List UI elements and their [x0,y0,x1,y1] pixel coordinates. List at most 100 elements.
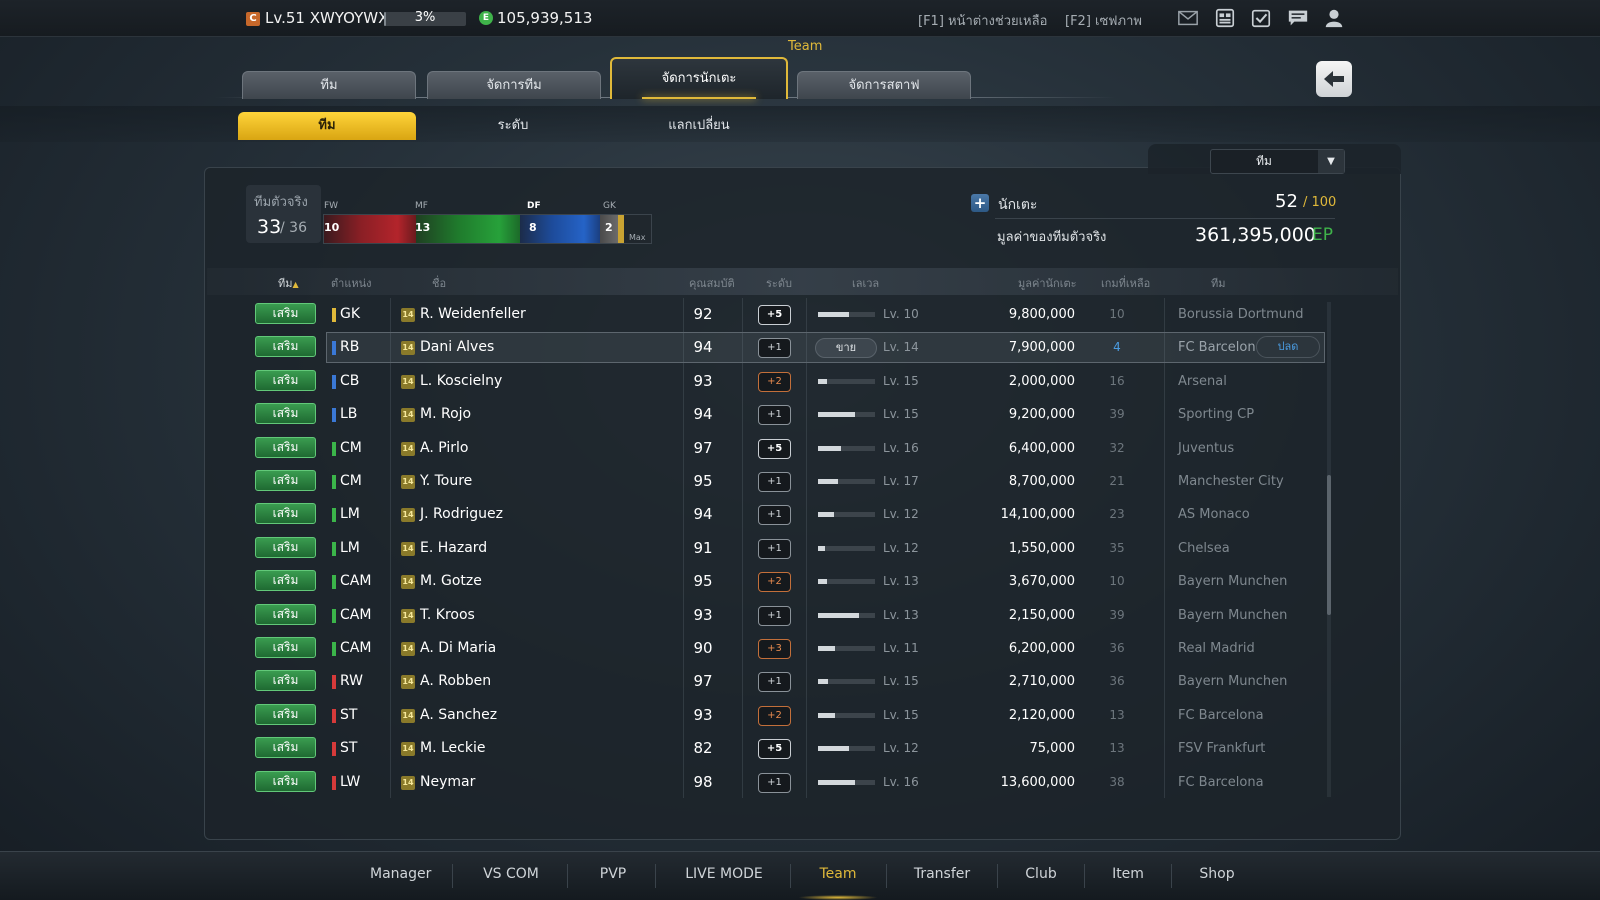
table-row[interactable]: เสริม ST 14 M. Leckie 82 +5 Lv. 12 75,000 13 FSV … [207,732,1327,765]
nav-item[interactable]: Item [1110,866,1146,882]
table-row[interactable]: เสริม ST 14 A. Sanchez 93 +2 Lv. 15 2,120,000 13… [207,699,1327,732]
player-ovr: 92 [693,305,713,323]
player-club: AS Monaco [1178,507,1250,523]
nav-pvp[interactable]: PVP [595,866,631,882]
nav-manager[interactable]: Manager [370,866,431,882]
player-name[interactable]: A. Robben [420,665,491,698]
add-to-lineup-button[interactable]: เสริม [255,770,316,792]
add-to-lineup-button[interactable]: เสริม [255,670,316,692]
add-to-lineup-button[interactable]: เสริม [255,570,316,592]
tab-team[interactable]: ทีม [242,71,416,99]
tab-player-manage[interactable]: จัดการนักเตะ [610,57,788,99]
header-club[interactable]: ทีม [1211,274,1226,292]
tab-team-manage[interactable]: จัดการทีม [427,71,601,99]
add-to-lineup-button[interactable]: เสริม [255,336,316,358]
message-icon[interactable] [1287,8,1309,28]
sell-button[interactable]: ขาย [815,338,877,359]
add-to-lineup-button[interactable]: เสริม [255,403,316,425]
player-grade-badge: +1 [758,505,791,526]
table-row[interactable]: เสริม CB 14 L. Koscielny 93 +2 Lv. 15 2,000,000… [207,365,1327,398]
add-to-lineup-button[interactable]: เสริม [255,703,316,725]
player-name[interactable]: J. Rodriguez [420,498,503,531]
add-to-lineup-button[interactable]: เสริม [255,369,316,391]
header-games[interactable]: เกมที่เหลือ [1101,274,1150,292]
nav-vs-com[interactable]: VS COM [480,866,542,882]
player-name[interactable]: R. Weidenfeller [420,298,526,331]
nav-team[interactable]: Team [815,866,861,882]
header-level[interactable]: เลเวล [852,274,879,292]
table-row[interactable]: เสริม LB 14 M. Rojo 94 +1 Lv. 15 9,200,000 39 Spo… [207,398,1327,431]
nav-separator [1171,864,1172,888]
nav-live-mode[interactable]: LIVE MODE [683,866,765,882]
add-player-slot-button[interactable]: + [971,194,989,212]
release-button[interactable]: ปลด [1256,336,1320,359]
player-ovr: 98 [693,772,713,791]
user-icon[interactable] [1323,8,1345,28]
player-name[interactable]: A. Di Maria [420,632,496,665]
subtab-grade[interactable]: ระดับ [424,112,602,140]
header-value[interactable]: มูลค่านักเตะ [1018,274,1077,292]
player-club: FC Barcelona [1178,707,1264,723]
position-color-chip [332,675,336,690]
screenshot-shortcut[interactable]: [F2] เซฟภาพ [1065,10,1142,31]
games-remaining: 23 [1109,507,1125,522]
table-row[interactable]: เสริม CAM 14 A. Di Maria 90 +3 Lv. 11 6,200,000… [207,632,1327,665]
player-position: CM [340,439,362,456]
position-color-chip [332,608,336,623]
header-position[interactable]: ตำแหน่ง [331,274,372,292]
add-to-lineup-button[interactable]: เสริม [255,536,316,558]
header-name[interactable]: ชื่อ [432,274,446,292]
player-name[interactable]: L. Koscielny [420,365,502,398]
player-name[interactable]: M. Gotze [420,565,482,598]
player-name[interactable]: Y. Toure [420,465,472,498]
table-row[interactable]: เสริม CAM 14 T. Kroos 93 +1 Lv. 13 2,150,000 39 B… [207,599,1327,632]
player-name[interactable]: Neymar [420,766,475,798]
header-ovr[interactable]: คุณสมบัติ [689,274,735,292]
season-card-icon: 14 [401,308,415,322]
player-name[interactable]: M. Rojo [420,398,471,431]
games-remaining: 32 [1109,440,1125,455]
add-to-lineup-button[interactable]: เสริม [255,503,316,525]
scrollbar-thumb[interactable] [1327,475,1331,615]
header-grade[interactable]: ระดับ [766,274,792,292]
table-row[interactable]: เสริม CM 14 Y. Toure 95 +1 Lv. 17 8,700,000 21 Ma… [207,465,1327,498]
subtab-team[interactable]: ทีม [238,112,416,140]
table-row[interactable]: เสริม CM 14 A. Pirlo 97 +5 Lv. 16 6,400,000 32 Ju… [207,432,1327,465]
nav-transfer[interactable]: Transfer [912,866,972,882]
add-to-lineup-button[interactable]: เสริม [255,303,316,324]
player-ovr: 95 [693,572,713,591]
add-to-lineup-button[interactable]: เสริม [255,470,316,491]
subtab-exchange[interactable]: แลกเปลี่ยน [610,112,788,140]
table-row[interactable]: เสริม LM 14 J. Rodriguez 94 +1 Lv. 12 14,100,00… [207,498,1327,531]
mail-icon[interactable] [1177,8,1199,28]
level-progress-bar [818,312,875,317]
table-row[interactable]: เสริม LW 14 Neymar 98 +1 Lv. 16 13,600,000 38 FC … [207,766,1327,798]
player-name[interactable]: M. Leckie [420,732,485,765]
card-icon[interactable] [1214,8,1236,28]
team-filter-dropdown[interactable]: ทีม ▼ [1210,149,1345,174]
table-row[interactable]: เสริม CAM 14 M. Gotze 95 +2 Lv. 13 3,670,000 10 B… [207,565,1327,598]
player-club: FSV Frankfurt [1178,741,1266,757]
player-name[interactable]: T. Kroos [420,599,475,632]
player-grade-badge: +1 [758,405,791,426]
player-name[interactable]: A. Sanchez [420,699,497,732]
add-to-lineup-button[interactable]: เสริม [255,637,316,658]
add-to-lineup-button[interactable]: เสริม [255,603,316,625]
tab-staff-manage[interactable]: จัดการสตาฟ [797,71,971,99]
nav-club[interactable]: Club [1022,866,1060,882]
player-name[interactable]: A. Pirlo [420,432,468,465]
season-card-icon: 14 [401,341,415,356]
checklist-icon[interactable] [1250,8,1272,28]
back-button[interactable] [1316,61,1352,97]
nav-shop[interactable]: Shop [1197,866,1237,882]
table-row[interactable]: เสริม RB 14 Dani Alves 94 +1 ขาย Lv. 14 7,900,00… [207,331,1327,364]
table-row[interactable]: เสริม LM 14 E. Hazard 91 +1 Lv. 12 1,550,000 35 C… [207,532,1327,565]
add-to-lineup-button[interactable]: เสริม [255,436,316,458]
table-row[interactable]: เสริม GK 14 R. Weidenfeller 92 +5 Lv. 10 9,800,… [207,298,1327,331]
add-to-lineup-button[interactable]: เสริม [255,737,316,759]
player-name[interactable]: Dani Alves [420,331,494,364]
table-row[interactable]: เสริม RW 14 A. Robben 97 +1 Lv. 15 2,710,000 36 B… [207,665,1327,698]
help-shortcut[interactable]: [F1] หน้าต่างช่วยเหลือ [918,10,1047,31]
header-team[interactable]: ทีม▲ [278,274,299,292]
player-name[interactable]: E. Hazard [420,532,487,565]
